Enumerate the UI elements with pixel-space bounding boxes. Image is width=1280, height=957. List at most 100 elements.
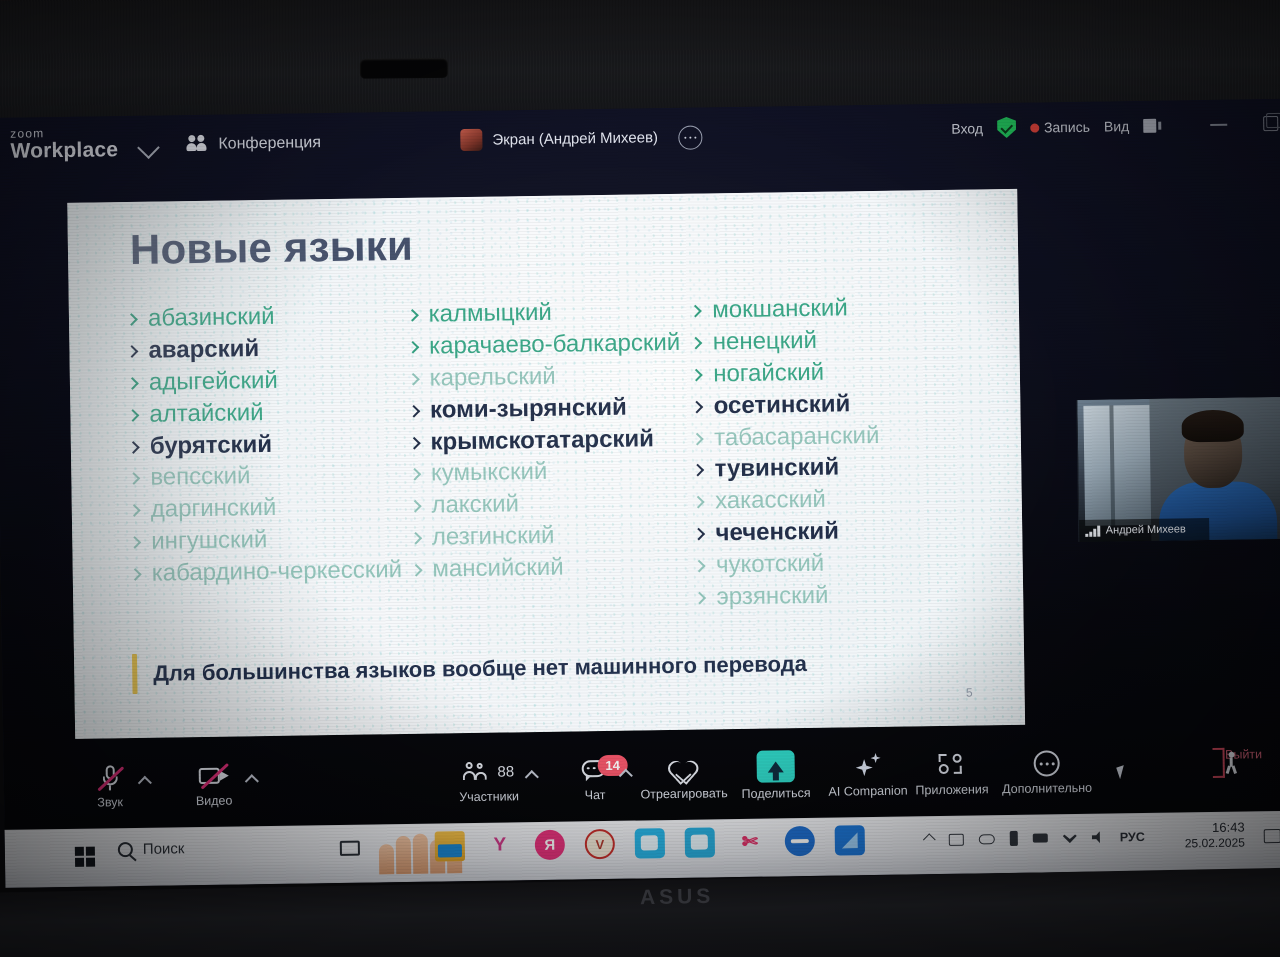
language-label: крымскотатарский (430, 424, 655, 456)
chevron-right-icon (409, 563, 423, 577)
video-button[interactable]: Видео (168, 760, 261, 808)
share-screen-button[interactable]: Поделиться (733, 749, 818, 801)
shield-check-icon[interactable] (997, 117, 1016, 138)
blue-square-icon[interactable] (834, 825, 866, 856)
clock-date: 25.02.2025 (1184, 835, 1245, 851)
chevron-right-icon (408, 468, 421, 482)
chevron-right-icon (693, 591, 707, 605)
chevron-right-icon (128, 568, 142, 581)
browser-icon[interactable]: V (584, 828, 616, 860)
chevron-right-icon (406, 372, 420, 386)
language-item: карельский (406, 361, 692, 392)
view-label[interactable]: Вид (1104, 118, 1130, 134)
taskbar-search[interactable]: Поиск (117, 840, 185, 858)
windows-logo-icon[interactable] (74, 846, 96, 867)
more-dots-icon[interactable] (678, 125, 703, 150)
language-label: чукотский (715, 549, 825, 579)
callout-text: Для большинства языков вообще нет машинн… (153, 651, 808, 686)
language-column-2: калмыцкий карачаево-балкарский карельский к… (405, 298, 695, 621)
yandex-y-icon[interactable]: Y (485, 830, 515, 860)
telegram-icon[interactable] (634, 828, 666, 859)
people-icon (184, 134, 208, 154)
language-indicator[interactable]: РУС (1120, 830, 1145, 844)
notification-icon[interactable] (1263, 828, 1280, 844)
language-label: вепсский (150, 462, 251, 492)
share-title-text: Экран (Андрей Михеев) (492, 128, 659, 149)
share-screen-icon (733, 749, 817, 784)
wifi-icon[interactable] (1063, 832, 1077, 843)
language-item: мокшанский (689, 294, 972, 325)
webcam-notch (359, 57, 449, 79)
shared-slide: Новые языки абазинский аварский адыгейский… (67, 188, 1026, 739)
cloud-icon[interactable] (978, 833, 995, 844)
chevron-right-icon (405, 308, 419, 322)
chevron-right-icon (126, 408, 140, 422)
language-item: ногайский (690, 357, 973, 388)
language-item: бурятский (127, 429, 410, 460)
battery-icon[interactable] (1009, 830, 1018, 847)
volume-icon[interactable] (1092, 831, 1105, 843)
laptop-screen: zoom Workplace Конференция Экран (Андрей… (0, 98, 1280, 888)
chevron-down-icon[interactable] (137, 136, 160, 160)
language-label: калмыцкий (428, 298, 553, 328)
scissors-icon[interactable]: ✄ (735, 827, 765, 857)
ai-companion-label: AI Companion (828, 783, 908, 799)
recording-indicator[interactable]: Запись (1029, 118, 1091, 135)
chevron-right-icon (407, 436, 421, 450)
language-item: кумыкский (408, 457, 694, 488)
language-item: чукотский (693, 548, 976, 579)
audio-label: Звук (97, 795, 124, 810)
minimize-icon[interactable] (1210, 123, 1228, 126)
view-layout-icon[interactable] (1143, 118, 1157, 133)
chevron-right-icon (409, 532, 422, 545)
language-columns: абазинский аварский адыгейский алтайский бур… (125, 294, 977, 625)
chevron-right-icon (128, 536, 142, 549)
language-item: лакский (408, 489, 694, 520)
video-window (1083, 404, 1152, 526)
usb-icon[interactable] (1032, 833, 1048, 843)
language-item: ингушский (128, 525, 411, 556)
search-placeholder: Поиск (142, 840, 185, 858)
apps-icon (905, 749, 997, 780)
people-icon (462, 761, 489, 782)
chevron-right-icon (406, 340, 419, 354)
participant-video-tile[interactable]: Андрей Михеев (1076, 396, 1280, 542)
photo-scene: zoom Workplace Конференция Экран (Андрей… (0, 0, 1280, 957)
chevron-right-icon (125, 344, 139, 358)
chevron-right-icon (691, 432, 705, 445)
more-options-button[interactable]: Дополнительно (993, 748, 1100, 797)
language-item: адыгейский (126, 366, 409, 397)
screen-share-title: Экран (Андрей Михеев) (460, 126, 659, 152)
chevron-right-icon (690, 400, 704, 414)
language-item: осетинский (690, 389, 973, 420)
chevron-right-icon (690, 368, 704, 382)
apps-button[interactable]: Приложения (905, 749, 998, 797)
leave-meeting-button[interactable]: Выйти (1205, 747, 1280, 778)
conference-label: Конференция (218, 133, 322, 153)
yandex-browser-icon[interactable]: Я (534, 829, 566, 861)
recording-label: Запись (1043, 118, 1091, 135)
language-column-3: мокшанский ненецкий ногайский осетинский таб… (689, 294, 976, 617)
language-label: эрзянский (716, 581, 829, 611)
taskbar-clock[interactable]: 16:43 25.02.2025 (1184, 820, 1245, 852)
chevron-up-icon[interactable] (922, 833, 936, 847)
conference-menu[interactable]: Конференция (184, 133, 321, 154)
task-view-icon[interactable] (335, 833, 365, 863)
participants-label: Участники (459, 789, 520, 805)
language-label: адыгейский (148, 366, 279, 396)
maximize-icon[interactable] (1263, 115, 1279, 132)
chevron-right-icon (408, 500, 422, 513)
blue-round-icon[interactable] (784, 825, 816, 857)
login-label[interactable]: Вход (951, 120, 983, 136)
chevron-right-icon (127, 440, 140, 454)
language-item: карачаево-балкарский (406, 329, 692, 361)
language-label: хакасский (714, 485, 827, 515)
more-dots-circle-icon (993, 748, 1099, 780)
file-explorer-icon[interactable] (434, 831, 466, 862)
react-button[interactable]: Отреагировать (634, 753, 735, 801)
language-item: абазинский (125, 302, 408, 333)
chevron-right-icon (691, 464, 705, 477)
telegram-2-icon[interactable] (684, 827, 716, 858)
display-icon[interactable] (948, 833, 964, 846)
ai-companion-button[interactable]: AI Companion (821, 750, 914, 799)
